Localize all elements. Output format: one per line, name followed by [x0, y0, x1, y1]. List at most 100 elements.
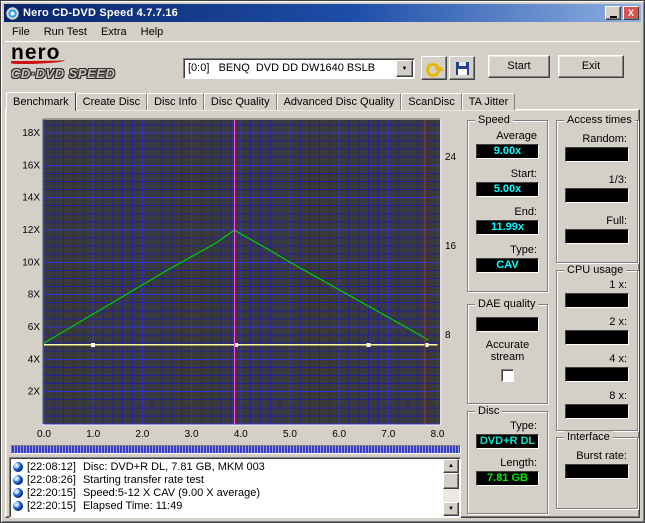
menu-bar: File Run Test Extra Help	[5, 23, 640, 41]
group-disc-title: Disc	[475, 405, 503, 418]
left-axis-label: 18X	[22, 128, 40, 139]
app-window: Nero CD-DVD Speed 4.7.7.16 X File Run Tes…	[0, 0, 645, 523]
options-key-icon	[425, 60, 443, 77]
log-entry-disc-icon	[13, 474, 23, 485]
group-dae-quality-title: DAE quality	[475, 298, 539, 311]
left-axis-label: 8X	[28, 290, 41, 301]
cpu-usage-2-x-label: 2 x:	[609, 316, 627, 328]
save-button[interactable]	[449, 56, 475, 80]
left-axis-label: 10X	[22, 257, 40, 268]
disc-type-label: Type:	[510, 420, 537, 432]
log-entry[interactable]: [22:08:12] Disc: DVD+R DL, 7.81 GB, MKM 0…	[12, 460, 442, 473]
accurate-stream-checkbox[interactable]	[501, 369, 514, 382]
menu-run-test[interactable]: Run Test	[37, 24, 94, 40]
log-entry-text: Disc: DVD+R DL, 7.81 GB, MKM 003	[82, 460, 265, 473]
drive-select-value: [0:0] BENQ DVD DD DW1640 BSLB	[188, 62, 376, 74]
left-axis-label: 14X	[22, 193, 40, 204]
disc-length-label: Length:	[500, 457, 537, 469]
speed-start-label: Start:	[510, 168, 537, 180]
tab-advanced-disc-quality[interactable]: Advanced Disc Quality	[276, 93, 402, 110]
access-times-full-label: Full:	[606, 215, 627, 227]
start-button[interactable]: Start	[488, 55, 550, 78]
tab-create-disc[interactable]: Create Disc	[75, 93, 148, 110]
right-axis-label: 16	[445, 241, 457, 252]
group-speed: Speed Average 9.00x Start: 5.00x End: 11.99x T…	[467, 114, 548, 292]
log-listbox[interactable]: [22:08:12] Disc: DVD+R DL, 7.81 GB, MKM 0…	[9, 457, 461, 518]
x-axis-label: 6.0	[332, 429, 346, 440]
close-button[interactable]: X	[623, 6, 639, 20]
group-speed-title: Speed	[475, 114, 513, 127]
log-entry[interactable]: [22:08:26] Starting transfer rate test	[12, 473, 442, 486]
log-entry-text: Starting transfer rate test	[82, 473, 204, 486]
log-entry-disc-icon	[13, 500, 23, 511]
group-access-times-title: Access times	[564, 114, 635, 127]
speed-end-label: End:	[514, 206, 537, 218]
cpu-usage-1-x-value	[565, 293, 629, 308]
tab-ta-jitter[interactable]: TA Jitter	[461, 93, 516, 110]
cpu-usage-2-x-value	[565, 330, 629, 345]
access-times-random-value	[565, 147, 629, 162]
access-times-1-3-label: 1/3:	[608, 174, 627, 186]
disc-length-value: 7.81 GB	[476, 471, 539, 486]
menu-extra[interactable]: Extra	[94, 24, 134, 40]
speed-start-value: 5.00x	[476, 182, 539, 197]
x-axis-label: 2.0	[135, 429, 149, 440]
cpu-usage-8-x-value	[565, 404, 629, 419]
log-entry-time: [22:08:26]	[27, 473, 76, 486]
group-dae-quality: DAE quality Accurate stream	[467, 298, 548, 404]
log-entry[interactable]: [22:20:15] Elapsed Time: 11:49	[12, 499, 442, 512]
nero-logo: nero CD·DVD SPEED	[11, 43, 181, 90]
log-entry-time: [22:20:15]	[27, 486, 76, 499]
log-entry-disc-icon	[13, 461, 23, 472]
scroll-up-icon[interactable]: ▲	[443, 459, 459, 473]
benchmark-chart-svg: 2X 4X 6X 8X 10X 12X 14X 16X 18X 8 16 24 0.0 1.0 2.0 3.0…	[22, 118, 457, 440]
chevron-down-icon[interactable]: ▼	[396, 60, 413, 77]
series-marker	[424, 342, 429, 347]
dae-quality-value	[476, 317, 539, 332]
scroll-thumb[interactable]	[443, 473, 459, 489]
menu-help[interactable]: Help	[134, 24, 171, 40]
left-axis-label: 16X	[22, 160, 40, 171]
speed-average-label: Average	[496, 130, 537, 142]
speed-end-value: 11.99x	[476, 220, 539, 235]
drive-select[interactable]: [0:0] BENQ DVD DD DW1640 BSLB ▼	[183, 58, 415, 79]
tab-benchmark[interactable]: Benchmark	[6, 92, 76, 111]
speed-type-value: CAV	[476, 258, 539, 273]
left-axis-label: 6X	[28, 322, 41, 333]
speed-type-label: Type:	[510, 244, 537, 256]
log-entry-text: Speed:5-12 X CAV (9.00 X average)	[82, 486, 261, 499]
access-times-random-label: Random:	[582, 133, 627, 145]
log-entry[interactable]: [22:20:15] Speed:5-12 X CAV (9.00 X avera…	[12, 486, 442, 499]
minimize-button[interactable]	[605, 6, 621, 20]
left-axis-label: 2X	[28, 387, 41, 398]
speed-average-value: 9.00x	[476, 144, 539, 159]
x-axis-label: 4.0	[234, 429, 248, 440]
nero-brand-text: nero	[11, 43, 61, 64]
cpu-usage-8-x-label: 8 x:	[609, 390, 627, 402]
group-access-times: Access times Random: 1/3: Full:	[556, 114, 638, 263]
window-title: Nero CD-DVD Speed 4.7.7.16	[23, 7, 178, 19]
tab-strip: Benchmark Create Disc Disc Info Disc Qualit…	[6, 91, 516, 111]
group-cpu-usage-title: CPU usage	[564, 264, 627, 277]
tab-scandisc[interactable]: ScanDisc	[401, 93, 462, 110]
tab-disc-quality[interactable]: Disc Quality	[203, 93, 277, 110]
tab-disc-info[interactable]: Disc Info	[147, 93, 204, 110]
log-entry-time: [22:08:12]	[27, 460, 76, 473]
group-interface: Interface Burst rate:	[556, 431, 638, 509]
options-button[interactable]	[421, 56, 447, 80]
x-axis-label: 7.0	[381, 429, 395, 440]
log-lines: [22:08:12] Disc: DVD+R DL, 7.81 GB, MKM 0…	[12, 460, 442, 516]
interface-burst-rate-label: Burst rate:	[576, 450, 627, 462]
right-axis-label: 24	[445, 152, 457, 163]
app-icon	[6, 6, 19, 20]
exit-button[interactable]: Exit	[558, 55, 624, 78]
series-marker	[366, 342, 371, 347]
log-scrollbar[interactable]: ▲ ▼	[443, 459, 459, 516]
menu-file[interactable]: File	[5, 24, 37, 40]
cpu-usage-4-x-label: 4 x:	[609, 353, 627, 365]
benchmark-chart: 2X 4X 6X 8X 10X 12X 14X 16X 18X 8 16 24 0.0 1.0 2.0 3.0…	[10, 116, 462, 442]
accurate-stream-label: Accurate stream	[485, 339, 530, 363]
nero-product-text: CD·DVD SPEED	[11, 66, 116, 81]
access-times-full-value	[565, 229, 629, 244]
scroll-down-icon[interactable]: ▼	[443, 502, 459, 516]
